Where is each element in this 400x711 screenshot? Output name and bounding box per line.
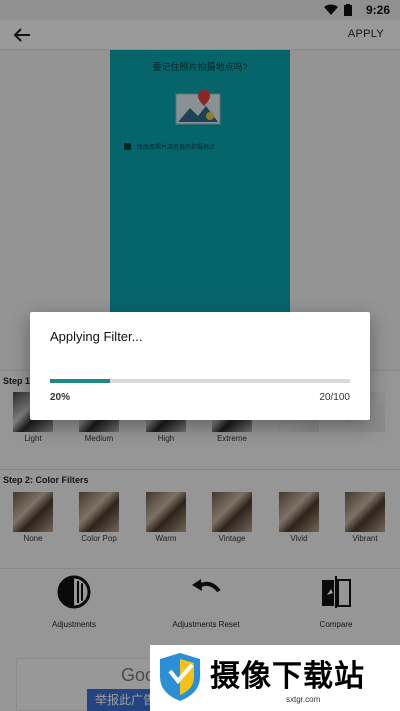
watermark: 摄像下载站 sxtgr.com [150,645,400,711]
progress-percent: 20% [50,392,71,403]
watermark-title: 摄像下载站 [210,659,365,694]
progress-count: 20/100 [319,392,350,403]
dialog-title: Applying Filter... [50,329,143,344]
progress-fill [50,379,110,383]
shield-logo-icon [160,653,200,701]
progress-dialog: Applying Filter... 20% 20/100 [30,312,370,420]
watermark-url: sxtgr.com [286,695,321,704]
progress-track [50,379,350,383]
